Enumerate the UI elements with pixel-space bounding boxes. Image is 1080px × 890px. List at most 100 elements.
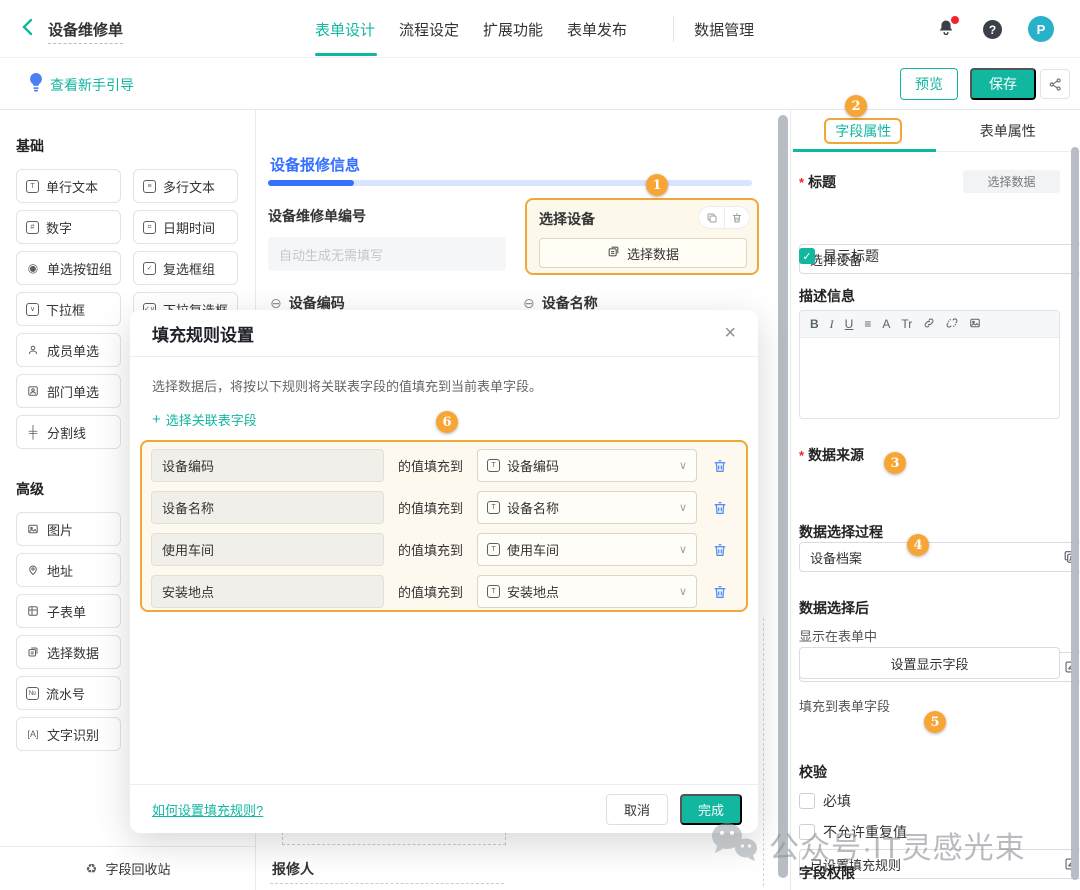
form-title[interactable]: 设备维修单 (48, 19, 123, 44)
field-checkbox-group[interactable]: ✓复选框组 (133, 251, 238, 285)
panel-scrollbar-thumb[interactable] (1071, 147, 1079, 880)
active-tab-underline (315, 53, 377, 56)
how-to-set-rules-link[interactable]: 如何设置填充规则? (152, 800, 263, 819)
data-source-input[interactable]: 设备档案 (799, 542, 1080, 572)
multi-text-icon: ≡ (143, 180, 156, 193)
set-display-fields-button[interactable]: 设置显示字段 (799, 647, 1060, 679)
align-icon[interactable]: ≡ (864, 318, 871, 330)
select-data-button[interactable]: 选择数据 (539, 238, 747, 268)
back-icon[interactable] (20, 18, 40, 38)
target-field-select[interactable]: T 设备名称 ∨ (477, 491, 697, 524)
annotation-badge-2: 2 (845, 95, 867, 117)
panel-tabs: 字段属性 表单属性 (791, 110, 1080, 152)
fill-rule-row: 使用车间 的值填充到 T 使用车间 ∨ (151, 533, 737, 566)
serial-field-label: 设备维修单编号 (268, 206, 506, 226)
description-editor[interactable]: B I U ≡ A Tr (799, 310, 1060, 419)
annotation-badge-4: 4 (907, 534, 929, 556)
canvas-scrollbar-thumb[interactable] (778, 115, 788, 878)
source-field: 设备名称 (151, 491, 384, 524)
field-serial-number[interactable]: №流水号 (16, 676, 121, 710)
field-select-data[interactable]: 选择数据 (16, 635, 121, 669)
field-select[interactable]: ∨下拉框 (16, 292, 121, 326)
field-divider[interactable]: ╪分割线 (16, 415, 121, 449)
secondary-toolbar: 查看新手引导 预览 保存 (0, 58, 1080, 110)
tab-form-design[interactable]: 表单设计 (315, 19, 375, 40)
location-pin-icon (26, 564, 40, 576)
share-icon[interactable] (1040, 69, 1070, 99)
tab-extensions[interactable]: 扩展功能 (483, 19, 543, 40)
panel-active-tab-underline (793, 149, 936, 152)
delete-rule-icon[interactable] (712, 542, 728, 558)
tab-data-management[interactable]: 数据管理 (694, 19, 754, 40)
save-button[interactable]: 保存 (970, 68, 1036, 100)
delete-rule-icon[interactable] (712, 500, 728, 516)
ocr-icon: [A] (26, 730, 40, 739)
font-size-icon[interactable]: Tr (901, 318, 912, 330)
field-department-select[interactable]: 部门单选 (16, 374, 121, 408)
unlink-icon[interactable] (946, 317, 958, 331)
select-device-field-selected[interactable]: 选择设备 选择数据 (525, 198, 759, 275)
add-related-field-link[interactable]: + 选择关联表字段 (152, 410, 257, 429)
font-color-icon[interactable]: A (882, 318, 890, 330)
field-multi-text[interactable]: ≡多行文本 (133, 169, 238, 203)
checkbox-unchecked-icon[interactable] (799, 824, 815, 840)
underline-icon[interactable]: U (845, 318, 854, 330)
field-datetime[interactable]: ⌗日期时间 (133, 210, 238, 244)
field-radio-group[interactable]: ◉单选按钮组 (16, 251, 121, 285)
field-address[interactable]: 地址 (16, 553, 121, 587)
confirm-button[interactable]: 完成 (680, 794, 742, 825)
insert-image-icon[interactable] (969, 317, 981, 331)
cancel-button[interactable]: 取消 (606, 794, 668, 825)
checkbox-unchecked-icon[interactable] (799, 793, 815, 809)
notifications-bell-icon[interactable] (936, 17, 958, 41)
field-ocr[interactable]: [A]文字识别 (16, 717, 121, 751)
source-field: 安装地点 (151, 575, 384, 608)
section-title[interactable]: 设备报修信息 (270, 154, 360, 175)
subform-table-icon (26, 605, 40, 617)
field-subform[interactable]: 子表单 (16, 594, 121, 628)
required-option[interactable]: 必填 (799, 791, 1060, 811)
field-image[interactable]: 图片 (16, 512, 121, 546)
link-icon[interactable] (923, 317, 935, 331)
target-field-select[interactable]: T 使用车间 ∨ (477, 533, 697, 566)
no-duplicate-option[interactable]: 不允许重复值 (799, 822, 1060, 842)
tab-workflow[interactable]: 流程设定 (399, 19, 459, 40)
target-field-select[interactable]: T 安装地点 ∨ (477, 575, 697, 608)
field-permission-label: 字段权限 (799, 863, 1060, 883)
help-icon[interactable]: ? (983, 20, 1002, 39)
checkbox-checked-icon[interactable]: ✓ (799, 248, 815, 264)
field-member-select[interactable]: 成员单选 (16, 333, 121, 367)
field-number[interactable]: #数字 (16, 210, 121, 244)
bold-icon[interactable]: B (810, 318, 819, 330)
target-field-select[interactable]: T 设备编码 ∨ (477, 449, 697, 482)
recycle-icon: ♻ (84, 862, 98, 875)
tab-publish[interactable]: 表单发布 (567, 19, 627, 40)
italic-icon[interactable]: I (830, 318, 834, 330)
section-progress-track (268, 180, 752, 186)
description-label: 描述信息 (799, 286, 1060, 306)
close-icon[interactable]: × (724, 323, 736, 343)
copy-field-icon[interactable] (699, 207, 724, 228)
field-single-text[interactable]: T单行文本 (16, 169, 121, 203)
avatar[interactable]: P (1028, 16, 1054, 42)
delete-rule-icon[interactable] (712, 584, 728, 600)
select-data-icon (607, 245, 620, 261)
dialog-description: 选择数据后，将按以下规则将关联表字段的值填充到当前表单字段。 (152, 376, 542, 395)
beginner-guide-link[interactable]: 查看新手引导 (50, 75, 134, 95)
reporter-field-label[interactable]: 报修人 (272, 859, 314, 879)
serial-field[interactable]: 设备维修单编号 自动生成无需填写 (268, 206, 506, 271)
delete-rule-icon[interactable] (712, 458, 728, 474)
description-textarea[interactable] (800, 338, 1059, 418)
fill-rules-dialog: 填充规则设置 × 选择数据后，将按以下规则将关联表字段的值填充到当前表单字段。 … (130, 310, 758, 833)
fill-rules-list: 设备编码 的值填充到 T 设备编码 ∨ 设备名称 的值填充到 T 设备名称 ∨ … (140, 440, 748, 612)
delete-field-icon[interactable] (724, 207, 749, 228)
field-recycle-bin[interactable]: ♻ 字段回收站 (0, 846, 255, 890)
properties-panel: 字段属性 表单属性 * 标题 选择数据 选择设备 ✓ 显示标题 描述信息 B I… (790, 110, 1080, 890)
tab-field-properties[interactable]: 字段属性 (791, 110, 936, 151)
preview-button[interactable]: 预览 (900, 68, 958, 100)
show-title-option[interactable]: ✓ 显示标题 (799, 246, 1060, 266)
dialog-title: 填充规则设置 (152, 321, 254, 346)
tab-form-properties[interactable]: 表单属性 (936, 110, 1080, 151)
serial-field-input[interactable]: 自动生成无需填写 (268, 237, 506, 271)
source-field: 使用车间 (151, 533, 384, 566)
